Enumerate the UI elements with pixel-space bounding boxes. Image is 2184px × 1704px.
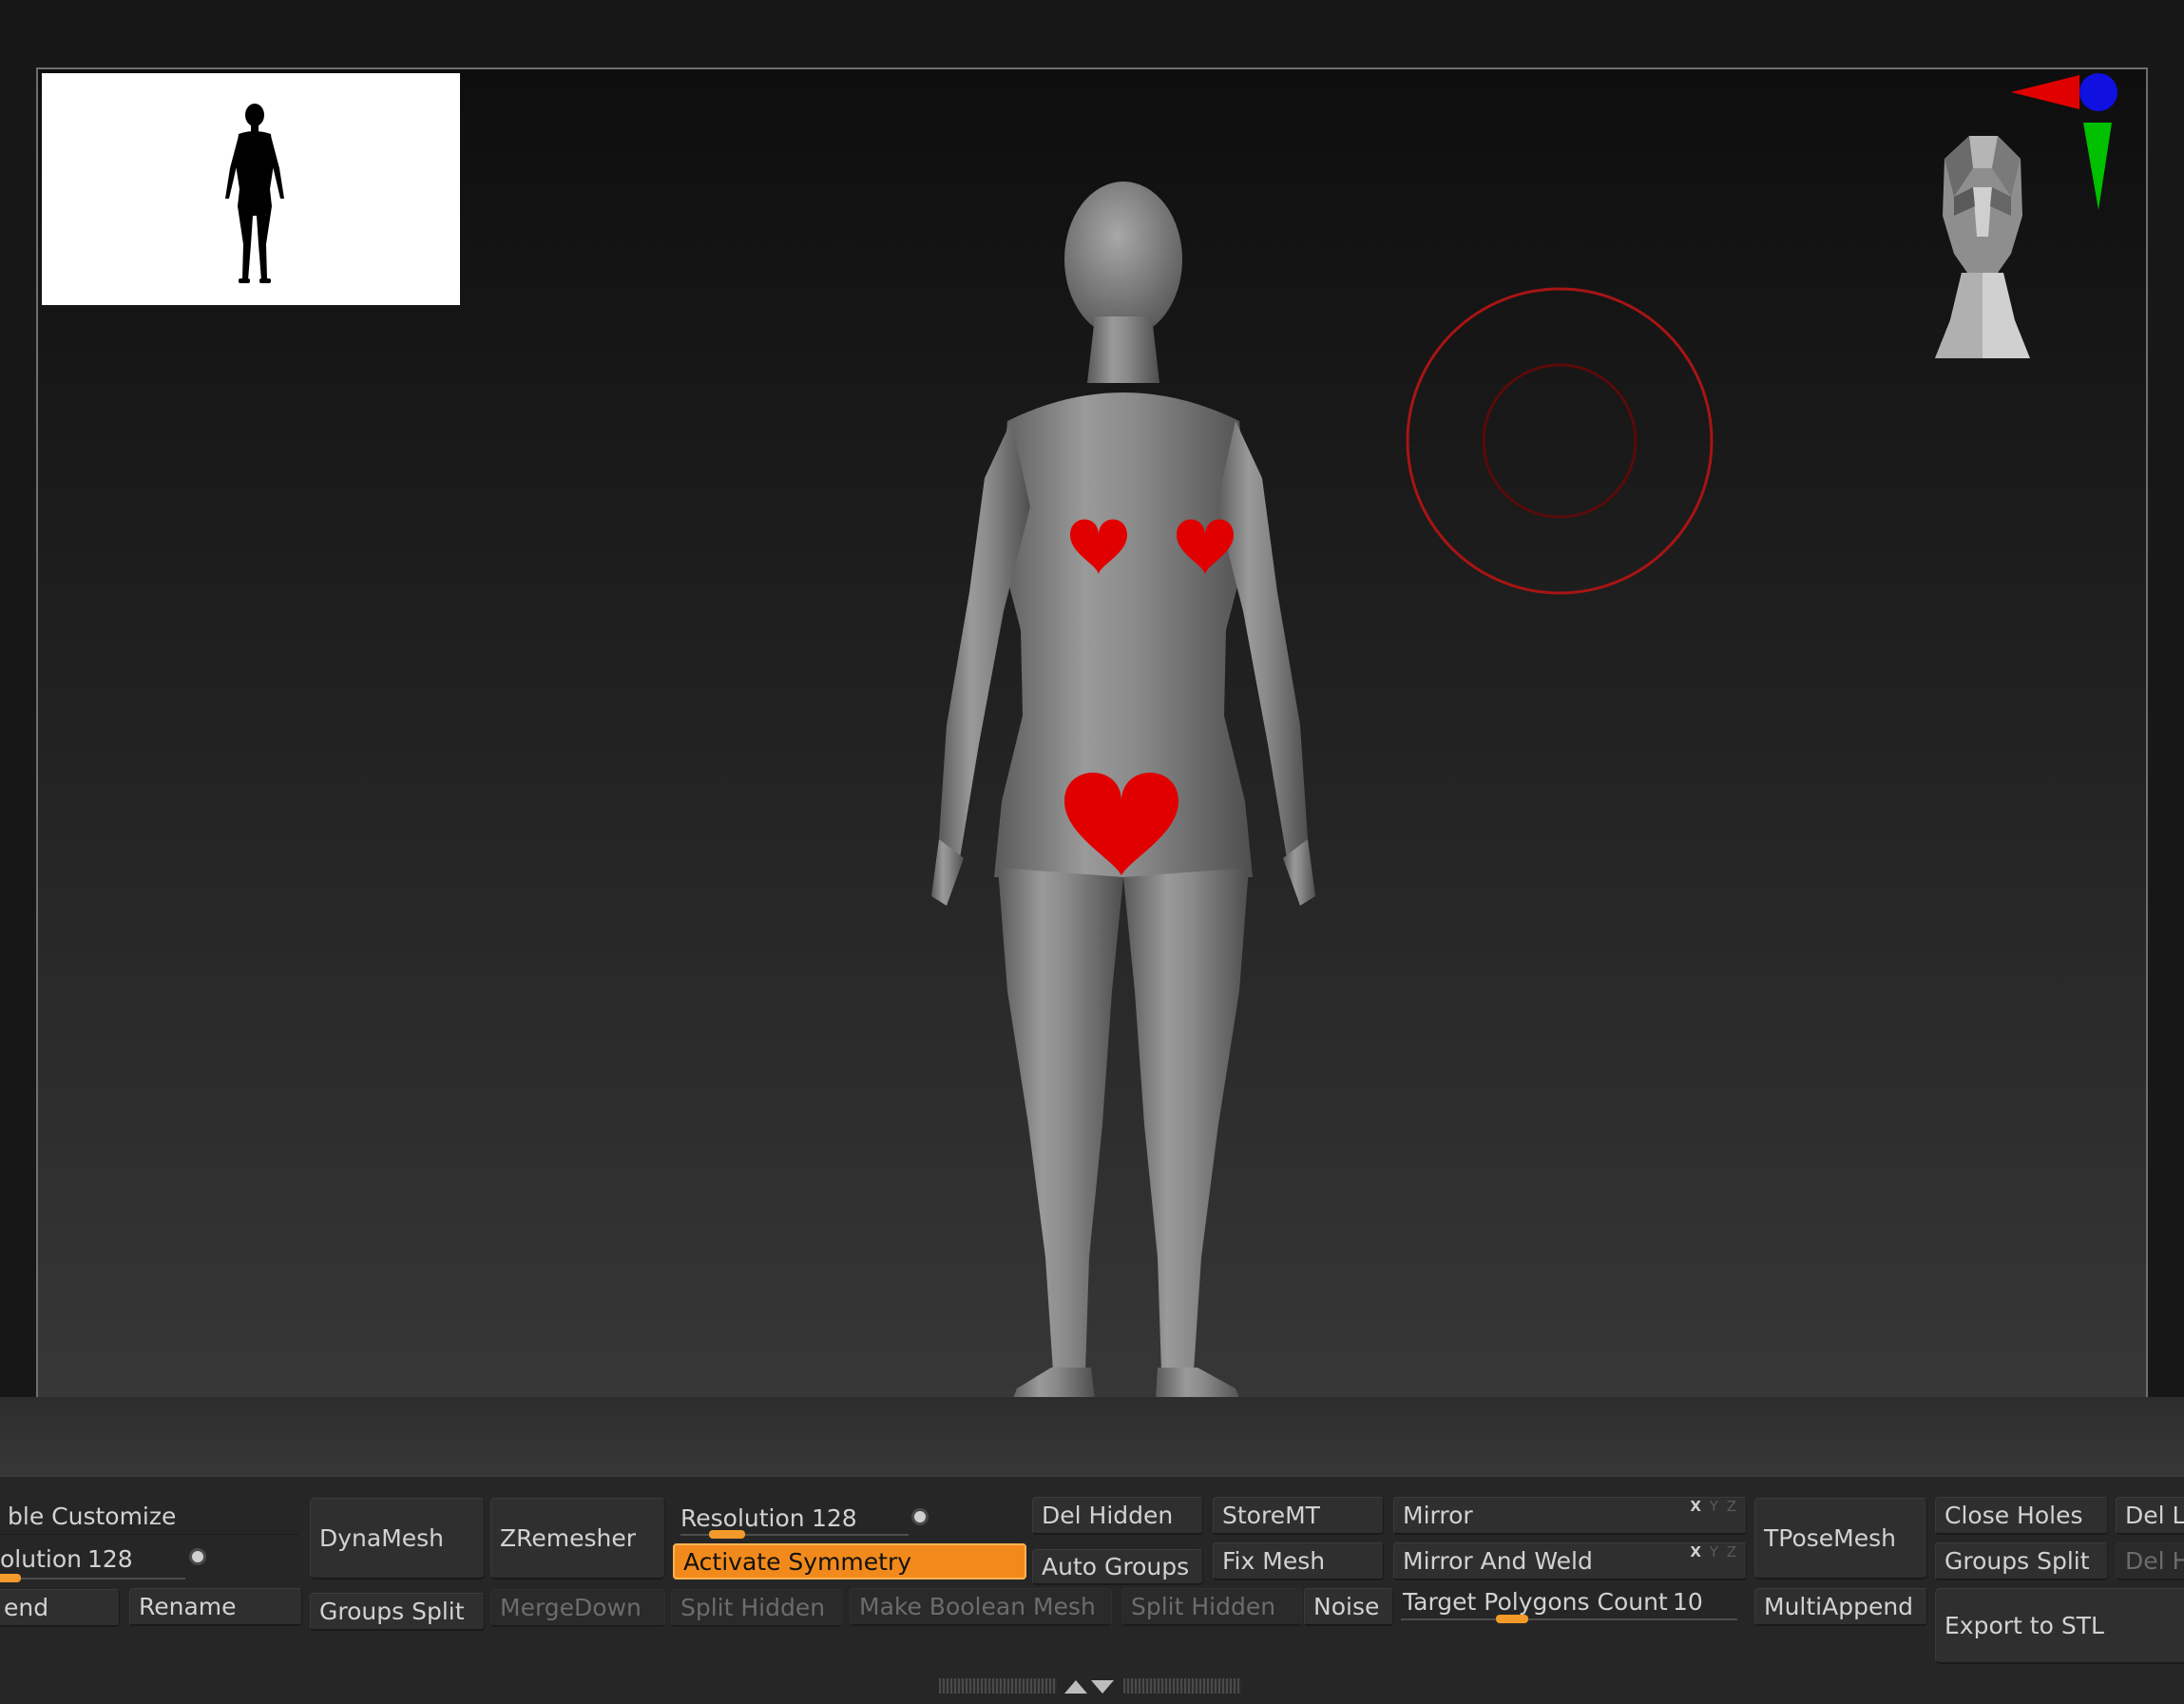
slider-knob[interactable] xyxy=(1496,1615,1528,1623)
split-hidden-label: Split Hidden xyxy=(680,1594,826,1621)
resolution-slider-left[interactable]: olution 128 xyxy=(0,1541,219,1582)
slider-knob[interactable] xyxy=(0,1574,21,1582)
sculpt-model[interactable] xyxy=(827,136,1397,1399)
thumbnail-view[interactable] xyxy=(42,73,460,305)
tposemesh-button[interactable]: TPoseMesh xyxy=(1754,1498,1927,1580)
zremesher-label: ZRemesher xyxy=(500,1524,637,1552)
append-button[interactable]: end xyxy=(0,1589,120,1627)
split-hidden-button-2[interactable]: Split Hidden xyxy=(1121,1588,1302,1626)
zremesher-button[interactable]: ZRemesher xyxy=(490,1498,665,1580)
mirror-button[interactable]: Mirror X Y Z xyxy=(1393,1497,1747,1535)
tray-toggle-arrows-icon[interactable] xyxy=(1063,1676,1116,1695)
groups-split-label-2: Groups Split xyxy=(1945,1547,2090,1575)
multiappend-label: MultiAppend xyxy=(1764,1593,1914,1620)
axis-gizmo-icon[interactable] xyxy=(2007,69,2121,221)
resolution-slider[interactable]: Resolution 128 xyxy=(671,1500,1032,1540)
mirror-weld-axis-z[interactable]: Z xyxy=(1727,1543,1738,1560)
export-to-stl-button[interactable]: Export to STL xyxy=(1935,1588,2184,1664)
tposemesh-label: TPoseMesh xyxy=(1764,1524,1896,1552)
figure-silhouette-icon xyxy=(225,104,284,283)
groups-split-button-2[interactable]: Groups Split xyxy=(1935,1542,2108,1580)
enable-customize-label: ble Customize xyxy=(8,1502,177,1530)
target-polygons-value: 10 xyxy=(1673,1588,1703,1616)
activate-symmetry-label: Activate Symmetry xyxy=(683,1547,912,1576)
resolution-value-left: 128 xyxy=(87,1545,133,1573)
noise-button[interactable]: Noise xyxy=(1304,1588,1393,1626)
fix-mesh-label: Fix Mesh xyxy=(1222,1547,1326,1575)
mirror-axis-x[interactable]: X xyxy=(1690,1498,1703,1515)
mirror-axis-z[interactable]: Z xyxy=(1727,1498,1738,1515)
noise-label: Noise xyxy=(1313,1593,1380,1620)
resolution-label-left: olution xyxy=(0,1545,82,1573)
target-polygons-label: Target Polygons Count xyxy=(1403,1588,1668,1616)
split-hidden-button[interactable]: Split Hidden xyxy=(671,1589,842,1627)
auto-groups-label: Auto Groups xyxy=(1042,1553,1190,1580)
brush-cursor-icon xyxy=(1406,287,1714,595)
make-boolean-mesh-button[interactable]: Make Boolean Mesh xyxy=(850,1588,1112,1626)
slider-dot[interactable] xyxy=(914,1511,926,1522)
dynamesh-button[interactable]: DynaMesh xyxy=(310,1498,485,1580)
resolution-value: 128 xyxy=(812,1504,857,1532)
rename-label: Rename xyxy=(139,1593,237,1620)
auto-groups-button[interactable]: Auto Groups xyxy=(1032,1549,1203,1585)
mergedown-label: MergeDown xyxy=(500,1594,642,1621)
make-boolean-mesh-label: Make Boolean Mesh xyxy=(859,1593,1096,1620)
append-label: end xyxy=(4,1594,49,1621)
slider-track xyxy=(1401,1618,1737,1620)
target-polygons-slider[interactable]: Target Polygons Count 10 xyxy=(1401,1586,1747,1628)
close-holes-label: Close Holes xyxy=(1945,1502,2083,1529)
slider-knob[interactable] xyxy=(709,1530,745,1539)
groups-split-label: Groups Split xyxy=(319,1598,465,1625)
tray-splitter-left[interactable] xyxy=(939,1678,1057,1694)
canvas-viewport[interactable] xyxy=(36,67,2148,1399)
fix-mesh-button[interactable]: Fix Mesh xyxy=(1213,1542,1384,1580)
del-higher-button[interactable]: Del H xyxy=(2116,1542,2184,1580)
export-to-stl-label: Export to STL xyxy=(1945,1612,2104,1639)
storemt-label: StoreMT xyxy=(1222,1502,1320,1529)
mirror-weld-axis-x[interactable]: X xyxy=(1690,1543,1703,1560)
rename-button[interactable]: Rename xyxy=(129,1588,302,1626)
mirror-label: Mirror xyxy=(1403,1502,1473,1529)
mirror-and-weld-button[interactable]: Mirror And Weld X Y Z xyxy=(1393,1542,1747,1580)
dynamesh-label: DynaMesh xyxy=(319,1524,445,1552)
mirror-and-weld-label: Mirror And Weld xyxy=(1403,1547,1593,1575)
enable-customize-button[interactable]: ble Customize xyxy=(0,1497,300,1535)
del-higher-label: Del H xyxy=(2125,1547,2184,1575)
mirror-axis-y[interactable]: Y xyxy=(1710,1498,1720,1515)
canvas-bottom-margin xyxy=(0,1397,2184,1475)
tray-splitter-right[interactable] xyxy=(1123,1678,1241,1694)
del-hidden-button[interactable]: Del Hidden xyxy=(1032,1497,1203,1535)
mirror-weld-axis-toggles[interactable]: X Y Z xyxy=(1690,1545,1738,1560)
split-hidden-label-2: Split Hidden xyxy=(1131,1593,1276,1620)
close-holes-button[interactable]: Close Holes xyxy=(1935,1497,2108,1535)
slider-dot[interactable] xyxy=(192,1551,203,1562)
del-lower-button[interactable]: Del Lo xyxy=(2116,1497,2184,1535)
multiappend-button[interactable]: MultiAppend xyxy=(1754,1588,1927,1626)
groups-split-button[interactable]: Groups Split xyxy=(310,1593,485,1631)
mirror-axis-toggles[interactable]: X Y Z xyxy=(1690,1500,1738,1514)
resolution-label: Resolution xyxy=(680,1504,805,1532)
mirror-weld-axis-y[interactable]: Y xyxy=(1710,1543,1720,1560)
activate-symmetry-button[interactable]: Activate Symmetry xyxy=(673,1543,1026,1580)
storemt-button[interactable]: StoreMT xyxy=(1213,1497,1384,1535)
del-lower-label: Del Lo xyxy=(2125,1502,2184,1529)
del-hidden-label: Del Hidden xyxy=(1042,1502,1174,1529)
mergedown-button[interactable]: MergeDown xyxy=(490,1589,665,1627)
slider-track xyxy=(0,1578,185,1580)
